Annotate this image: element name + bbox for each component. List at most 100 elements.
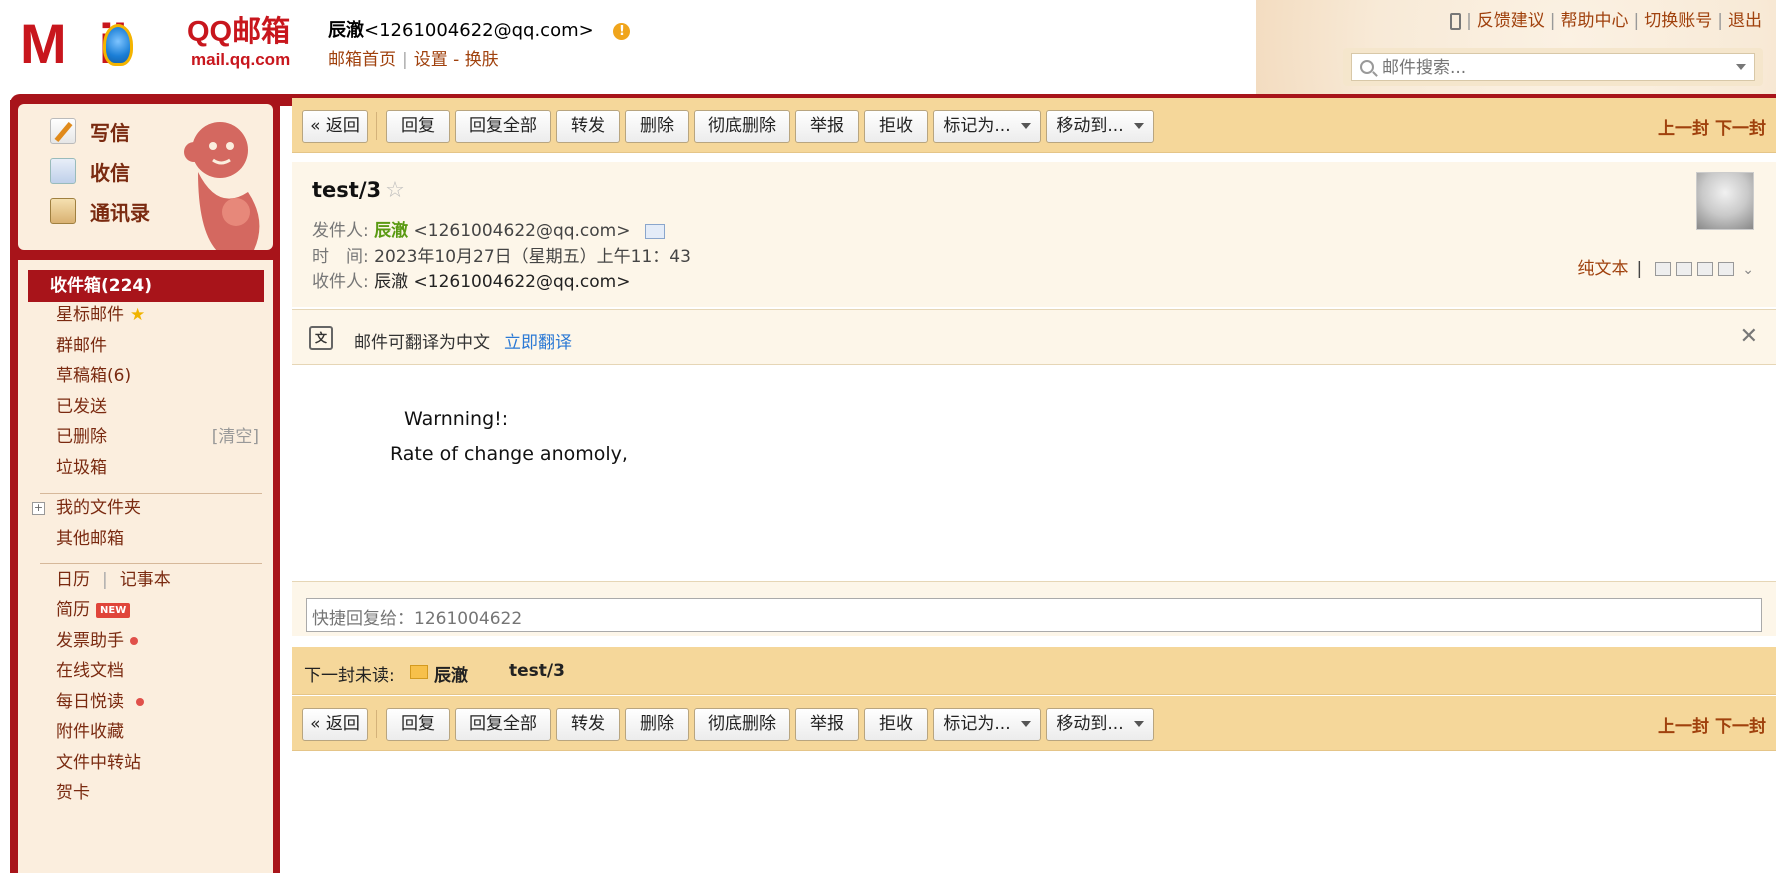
envelope-icon: [410, 665, 428, 679]
search-input[interactable]: [1382, 57, 1712, 79]
translate-now-link[interactable]: 立即翻译: [504, 333, 572, 353]
sender-row: 发件人: 辰澈 <1261004622@qq.com>: [312, 216, 665, 241]
new-badge: NEW: [96, 602, 131, 618]
folder-group[interactable]: 群邮件: [18, 330, 273, 362]
mobile-icon[interactable]: [1450, 12, 1462, 30]
save-icon[interactable]: [1697, 262, 1714, 276]
reject-button[interactable]: 拒收: [864, 708, 928, 741]
reply-all-button[interactable]: 回复全部: [455, 708, 551, 741]
monkey-papercut-decoration: [184, 122, 260, 250]
report-button[interactable]: 举报: [795, 110, 859, 143]
reply-button[interactable]: 回复: [386, 708, 450, 741]
daily-reading-link[interactable]: 每日悦读: [18, 686, 273, 718]
greeting-cards-link[interactable]: 贺卡: [18, 777, 273, 809]
clear-deleted-link[interactable]: [清空]: [212, 421, 259, 453]
back-button[interactable]: « 返回: [302, 708, 368, 741]
reply-button[interactable]: 回复: [386, 110, 450, 143]
search-dropdown-icon[interactable]: [1736, 64, 1746, 70]
reject-button[interactable]: 拒收: [864, 110, 928, 143]
header: Mil QQ邮箱 mail.qq.com 辰澈<1261004622@qq.co…: [0, 0, 1776, 95]
logout-link[interactable]: 退出: [1728, 11, 1762, 31]
prev-next-links: 上一封 下一封: [1652, 114, 1766, 139]
folder-my-folders[interactable]: + 我的文件夹: [18, 492, 273, 524]
time-row: 时 间: 2023年10月27日（星期五）上午11：43: [312, 247, 691, 267]
change-skin-link[interactable]: 换肤: [465, 50, 499, 70]
sender-avatar[interactable]: [1696, 172, 1754, 230]
user-email: <1261004622@qq.com>: [364, 20, 594, 41]
move-to-dropdown[interactable]: 移动到...: [1046, 110, 1154, 143]
contacts-button[interactable]: 通讯录: [50, 194, 150, 228]
folder-spam[interactable]: 垃圾箱: [18, 452, 273, 484]
sender-email: <1261004622@qq.com>: [413, 221, 631, 241]
close-icon[interactable]: ✕: [1740, 324, 1758, 349]
delete-button[interactable]: 删除: [625, 110, 689, 143]
delete-permanently-button[interactable]: 彻底删除: [694, 110, 790, 143]
search-icon[interactable]: [1360, 60, 1374, 74]
mailbox-home-link[interactable]: 邮箱首页: [328, 50, 396, 70]
file-transfer-link[interactable]: 文件中转站: [18, 747, 273, 779]
switch-account-link[interactable]: 切换账号: [1644, 11, 1712, 31]
mail-toolbar-bottom: « 返回 回复 回复全部 转发 删除 彻底删除 举报 拒收 标记为... 移动到…: [292, 696, 1776, 751]
translate-prompt: 邮件可翻译为中文 立即翻译: [354, 333, 572, 353]
chevron-down-icon: [1133, 123, 1144, 129]
move-to-dropdown[interactable]: 移动到...: [1046, 708, 1154, 741]
folder-list: 收件箱(224) 星标邮件 ★ 群邮件 草稿箱(6) 已发送 已删除 [清空] 垃圾…: [18, 260, 273, 873]
settings-link[interactable]: 设置: [414, 50, 448, 70]
attachments-link[interactable]: 附件收藏: [18, 716, 273, 748]
quick-reply: [292, 581, 1776, 636]
print-icon[interactable]: [1718, 262, 1735, 276]
sidebar: 写信 收信 通讯录 收件箱(224) 星标邮件 ★ 群邮件 草稿箱(6) 已发送 …: [10, 100, 280, 873]
forward-button[interactable]: 转发: [556, 708, 620, 741]
next-mail-link[interactable]: 下一封: [1715, 717, 1766, 737]
next-unread-subject[interactable]: test/3: [509, 661, 565, 681]
star-toggle-icon[interactable]: ☆: [385, 178, 405, 203]
prev-mail-link[interactable]: 上一封: [1658, 717, 1709, 737]
report-button[interactable]: 举报: [795, 708, 859, 741]
next-unread-label: 下一封未读:: [304, 666, 395, 686]
warning-icon[interactable]: !: [613, 22, 631, 40]
write-mail-button[interactable]: 写信: [50, 114, 130, 148]
vcard-icon[interactable]: [644, 223, 665, 239]
new-window-icon[interactable]: [1655, 262, 1672, 276]
delete-permanently-button[interactable]: 彻底删除: [694, 708, 790, 741]
folder-other-mailbox[interactable]: 其他邮箱: [18, 523, 273, 555]
back-button[interactable]: « 返回: [302, 110, 368, 143]
star-icon: ★: [130, 305, 146, 325]
next-unread-bar: 下一封未读: 辰澈 test/3: [292, 647, 1776, 695]
prev-mail-link[interactable]: 上一封: [1658, 119, 1709, 139]
more-chevron-icon[interactable]: ⌄: [1742, 262, 1754, 278]
notes-link[interactable]: 记事本: [120, 570, 171, 590]
invoice-assistant-link[interactable]: 发票助手: [18, 625, 273, 657]
prev-next-links: 上一封 下一封: [1652, 712, 1766, 737]
feedback-link[interactable]: 反馈建议: [1477, 11, 1545, 31]
mark-as-dropdown[interactable]: 标记为...: [933, 110, 1041, 143]
folder-inbox[interactable]: 收件箱(224): [28, 270, 264, 302]
plain-text-link[interactable]: 纯文本: [1578, 259, 1629, 279]
folder-drafts[interactable]: 草稿箱(6): [18, 360, 273, 392]
folder-starred[interactable]: 星标邮件 ★: [18, 299, 273, 331]
next-mail-link[interactable]: 下一封: [1715, 119, 1766, 139]
view-tools: 纯文本 | ⌄: [1577, 259, 1754, 279]
chevron-down-icon: [1020, 123, 1031, 129]
resume-link[interactable]: 简历 NEW: [18, 594, 273, 626]
receive-mail-button[interactable]: 收信: [50, 154, 130, 188]
view-source-icon[interactable]: [1676, 262, 1693, 276]
online-docs-link[interactable]: 在线文档: [18, 655, 273, 687]
mark-as-dropdown[interactable]: 标记为...: [933, 708, 1041, 741]
chevron-down-icon: [1020, 721, 1031, 727]
folder-sent[interactable]: 已发送: [18, 391, 273, 423]
folder-deleted[interactable]: 已删除 [清空]: [18, 421, 273, 453]
translate-bar: 文 邮件可翻译为中文 立即翻译 ✕: [292, 309, 1776, 365]
qq-mail-logo[interactable]: Mil QQ邮箱 mail.qq.com: [20, 14, 302, 74]
calendar-link[interactable]: 日历: [56, 570, 90, 590]
recipient: 辰澈 <1261004622@qq.com>: [374, 272, 631, 292]
top-links: | 反馈建议 | 帮助中心 | 切换账号 | 退出: [1450, 6, 1762, 31]
delete-button[interactable]: 删除: [625, 708, 689, 741]
reply-all-button[interactable]: 回复全部: [455, 110, 551, 143]
forward-button[interactable]: 转发: [556, 110, 620, 143]
help-center-link[interactable]: 帮助中心: [1561, 11, 1629, 31]
sender-name[interactable]: 辰澈: [374, 221, 408, 241]
quick-reply-input[interactable]: [306, 598, 1762, 632]
next-unread-sender[interactable]: 辰澈: [434, 661, 468, 686]
expand-icon[interactable]: +: [32, 502, 45, 515]
